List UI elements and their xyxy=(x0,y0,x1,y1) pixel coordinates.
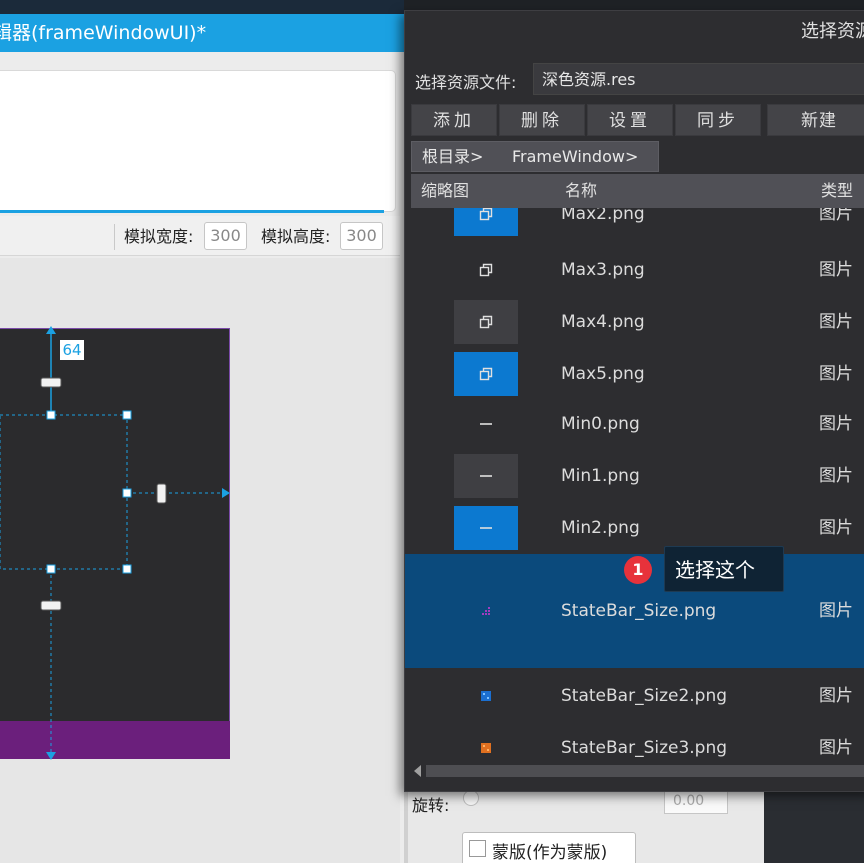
file-type: 图片 xyxy=(819,208,853,224)
sim-width-label: 模拟宽度: xyxy=(124,227,194,246)
delete-button[interactable]: 删除 xyxy=(499,104,585,136)
thumbnail xyxy=(454,300,518,344)
rotate-radio[interactable] xyxy=(463,790,479,806)
file-type: 图片 xyxy=(819,312,853,332)
minimize-icon xyxy=(479,469,493,483)
thumbnail xyxy=(454,674,518,718)
list-row[interactable]: Max5.png 图片 xyxy=(405,348,864,400)
breadcrumb-root[interactable]: 根目录> xyxy=(422,142,483,172)
rotate-label: 旋转: xyxy=(412,796,450,815)
editor-top-strip xyxy=(0,0,404,14)
scroll-left-arrow-icon[interactable] xyxy=(414,765,421,777)
column-name[interactable]: 名称 xyxy=(565,174,597,208)
select-resource-dialog: 选择资源 选择资源文件: 深色资源.res 添加 删除 设置 同步 新建 根目录… xyxy=(404,10,864,792)
file-type: 图片 xyxy=(819,738,853,758)
resource-file-label: 选择资源文件: xyxy=(415,73,517,92)
thumbnail xyxy=(454,248,518,292)
mask-label: 蒙版(作为蒙版) xyxy=(492,843,608,863)
restore-icon xyxy=(479,367,493,381)
file-name: StateBar_Size.png xyxy=(561,601,717,621)
anchor-guides[interactable] xyxy=(0,320,240,770)
orange-grip-icon xyxy=(481,743,491,753)
minimize-icon xyxy=(479,417,493,431)
thumbnail xyxy=(454,208,518,236)
toolbar-separator xyxy=(114,224,115,250)
blue-grip-icon xyxy=(481,691,491,701)
editor-divider xyxy=(0,210,384,213)
list-row[interactable]: Max3.png 图片 xyxy=(405,244,864,296)
thumbnail xyxy=(454,726,518,770)
file-type: 图片 xyxy=(819,466,853,486)
callout-text: 选择这个 xyxy=(675,558,755,582)
column-type[interactable]: 类型 xyxy=(821,174,853,208)
file-type: 图片 xyxy=(819,364,853,384)
dialog-title: 选择资源 xyxy=(801,21,864,42)
settings-button[interactable]: 设置 xyxy=(587,104,673,136)
file-name: Min1.png xyxy=(561,466,640,486)
file-name: Max4.png xyxy=(561,312,645,332)
dialog-title-bar[interactable]: 选择资源 xyxy=(405,11,864,53)
file-type: 图片 xyxy=(819,260,853,280)
list-row[interactable]: Max4.png 图片 xyxy=(405,296,864,348)
file-name: Max3.png xyxy=(561,260,645,280)
restore-icon xyxy=(479,315,493,329)
thumbnail xyxy=(454,402,518,446)
column-thumbnail[interactable]: 缩略图 xyxy=(421,174,469,208)
file-type: 图片 xyxy=(819,686,853,706)
new-button[interactable]: 新建 xyxy=(767,104,864,136)
list-row[interactable]: Min1.png 图片 xyxy=(405,450,864,502)
thumbnail xyxy=(454,352,518,396)
sim-height-input[interactable]: 300 xyxy=(340,222,383,250)
thumbnail xyxy=(454,589,518,633)
breadcrumb-framewindow[interactable]: FrameWindow> xyxy=(512,142,638,172)
file-type: 图片 xyxy=(819,601,853,621)
restore-icon xyxy=(479,208,493,221)
list-header: 缩略图 名称 类型 xyxy=(411,174,864,208)
list-row[interactable]: Min0.png 图片 xyxy=(405,398,864,450)
list-row[interactable]: Min2.png 图片 xyxy=(405,502,864,554)
instruction-callout: 选择这个 xyxy=(664,546,784,592)
add-button[interactable]: 添加 xyxy=(411,104,497,136)
sync-button[interactable]: 同步 xyxy=(675,104,761,136)
resource-file-select[interactable]: 深色资源.res xyxy=(533,63,864,95)
purple-grip-icon xyxy=(481,606,491,616)
anchor-distance-badge: 64 xyxy=(60,340,84,360)
restore-icon xyxy=(479,263,493,277)
file-name: StateBar_Size3.png xyxy=(561,738,728,758)
screen: 编辑器(frameWindowUI)* 模拟宽度: 300 模拟高度: 300 … xyxy=(0,0,864,863)
resource-list: Max2.png 图片 Max3.png 图片 Max4.png 图片 Max5.png 图片… xyxy=(405,208,864,774)
editor-properties-panel xyxy=(0,70,396,212)
file-type: 图片 xyxy=(819,414,853,434)
file-name: StateBar_Size2.png xyxy=(561,686,728,706)
file-name: Min0.png xyxy=(561,414,640,434)
list-row[interactable]: StateBar_Size2.png 图片 xyxy=(405,670,864,722)
list-row[interactable]: Max2.png 图片 xyxy=(405,208,864,240)
editor-title-text: 编辑器(frameWindowUI)* xyxy=(0,22,207,44)
thumbnail xyxy=(454,506,518,550)
scrollbar-thumb[interactable] xyxy=(426,765,864,777)
sim-width-input[interactable]: 300 xyxy=(204,222,247,250)
sim-height-label: 模拟高度: xyxy=(261,227,331,246)
step-number-badge: 1 xyxy=(624,556,652,584)
editor-title-bar: 编辑器(frameWindowUI)* xyxy=(0,14,404,52)
minimize-icon xyxy=(479,521,493,535)
file-name: Max2.png xyxy=(561,208,645,224)
file-name: Min2.png xyxy=(561,518,640,538)
file-type: 图片 xyxy=(819,518,853,538)
file-name: Max5.png xyxy=(561,364,645,384)
thumbnail xyxy=(454,454,518,498)
mask-checkbox[interactable] xyxy=(469,840,486,857)
breadcrumb: 根目录> FrameWindow> xyxy=(411,141,659,172)
